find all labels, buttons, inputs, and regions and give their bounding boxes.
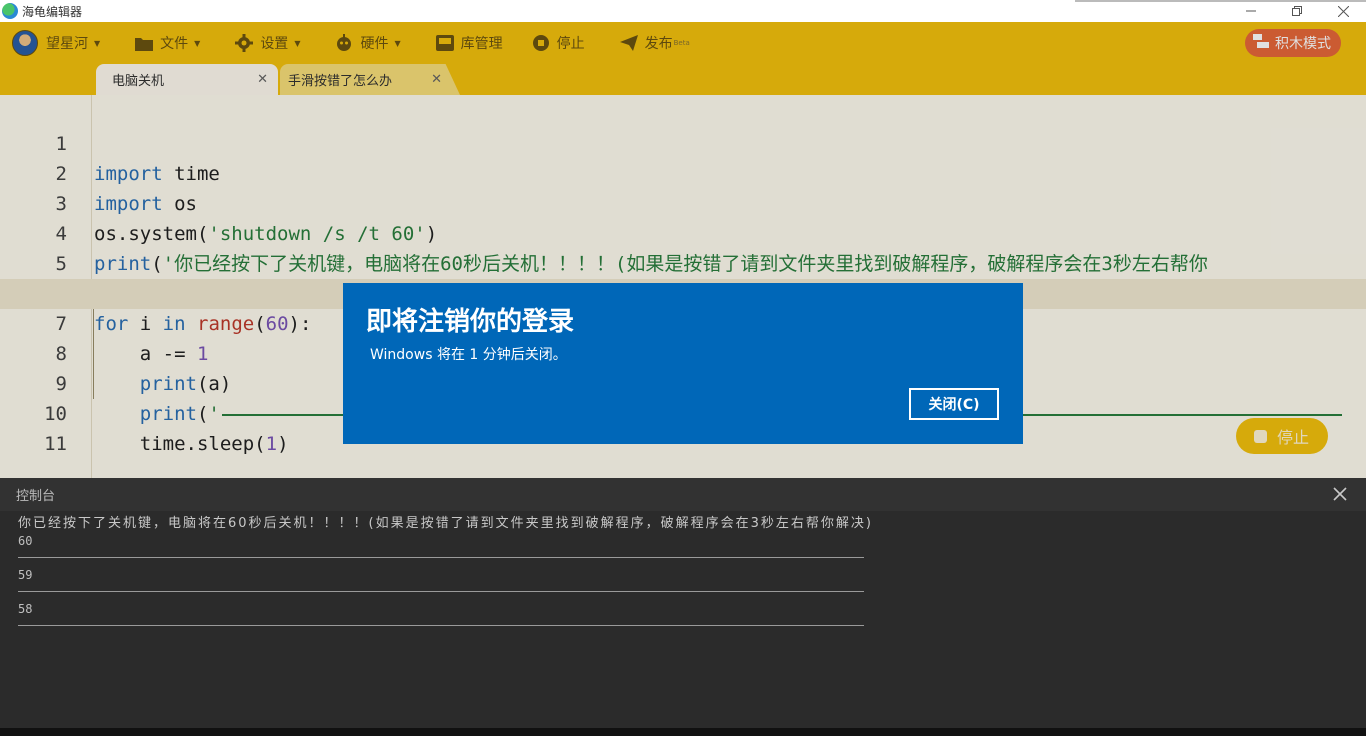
close-icon	[1337, 5, 1349, 17]
console-title: 控制台	[16, 489, 56, 504]
taskbar-strip	[0, 728, 1366, 736]
paper-plane-icon	[619, 33, 639, 53]
blocks-icon	[1253, 34, 1269, 52]
code-line: 6 for i in range(60):	[0, 249, 1366, 335]
close-icon[interactable]: ✕	[257, 72, 268, 87]
stop-icon	[1254, 429, 1267, 443]
publish-button[interactable]: 发布 Beta	[619, 22, 690, 64]
title-bar: 海龟编辑器	[0, 0, 1366, 22]
code-line: 3 os.system('shutdown /s /t 60')	[0, 159, 1366, 245]
library-button[interactable]: 库管理	[435, 22, 503, 64]
restore-icon	[1292, 6, 1302, 16]
code-line: 1 import time	[0, 99, 1366, 185]
main-toolbar: 望星河 ▼ 文件 ▼ 设置 ▼ 硬件 ▼ 库管理 停止 发布 Beta 积木模式	[0, 22, 1366, 64]
hardware-menu[interactable]: 硬件 ▼	[334, 22, 401, 64]
code-text: time.sleep(	[139, 433, 266, 455]
dialog-title: 即将注销你的登录	[366, 307, 575, 337]
stop-label: 停止	[556, 36, 585, 52]
restore-button[interactable]	[1274, 0, 1320, 22]
window-controls	[1228, 0, 1366, 22]
stop-button[interactable]: 停止	[531, 22, 585, 64]
tab-label: 手滑按错了怎么办	[288, 74, 393, 89]
gear-icon	[234, 33, 254, 53]
console-line: 59	[18, 568, 33, 582]
tab-mistake[interactable]: 手滑按错了怎么办 ✕	[280, 64, 460, 95]
dialog-close-button[interactable]: 关闭(C)	[909, 388, 999, 420]
divider	[18, 557, 864, 558]
console-line: 60	[18, 534, 33, 548]
floating-stop-button[interactable]: 停止	[1236, 418, 1328, 454]
close-icon[interactable]: ✕	[431, 72, 442, 87]
floating-stop-label: 停止	[1277, 428, 1310, 447]
tab-strip: 电脑关机 ✕ 手滑按错了怎么办 ✕	[0, 64, 1366, 95]
beta-badge: Beta	[673, 39, 690, 47]
close-window-button[interactable]	[1320, 0, 1366, 22]
shutdown-dialog: 即将注销你的登录 Windows 将在 1 分钟后关闭。 关闭(C)	[343, 283, 1023, 444]
console-header: 控制台	[0, 478, 1366, 511]
stop-icon	[531, 33, 551, 53]
folder-icon	[134, 33, 154, 53]
console-message: 你已经按下了关机键，电脑将在60秒后关机！！！！(如果是按错了请到文件夹里找到破…	[18, 516, 873, 531]
line-number: 11	[44, 433, 67, 455]
tab-shutdown[interactable]: 电脑关机 ✕	[96, 64, 278, 95]
user-name: 望星河	[46, 36, 88, 52]
minimize-button[interactable]	[1228, 0, 1274, 22]
console-output: 你已经按下了关机键，电脑将在60秒后关机！！！！(如果是按错了请到文件夹里找到破…	[18, 515, 1348, 635]
code-text: )	[277, 433, 289, 455]
divider	[18, 591, 864, 592]
block-mode-button[interactable]: 积木模式	[1245, 29, 1341, 57]
publish-label: 发布	[644, 36, 673, 52]
file-menu[interactable]: 文件 ▼	[134, 22, 200, 64]
dialog-message: Windows 将在 1 分钟后关闭。	[370, 347, 567, 363]
library-label: 库管理	[460, 36, 503, 52]
avatar-icon	[12, 30, 38, 56]
code-line: 4 print('你已经按下了关机键，电脑将在60秒后关机！！！！(如果是按错了…	[0, 189, 1366, 275]
tab-label: 电脑关机	[112, 74, 165, 89]
console-panel: 控制台 你已经按下了关机键，电脑将在60秒后关机！！！！(如果是按错了请到文件夹…	[0, 478, 1366, 728]
chevron-down-icon: ▼	[394, 38, 401, 48]
file-menu-label: 文件	[160, 36, 189, 52]
chevron-down-icon: ▼	[294, 38, 301, 48]
settings-menu[interactable]: 设置 ▼	[234, 22, 300, 64]
code-line: 5 a = 61	[0, 219, 1366, 305]
robot-icon	[334, 33, 354, 53]
app-logo-icon	[2, 3, 18, 19]
chevron-down-icon: ▼	[194, 38, 201, 48]
chevron-down-icon: ▼	[94, 38, 101, 48]
block-mode-label: 积木模式	[1275, 36, 1331, 52]
user-menu[interactable]: 望星河 ▼	[12, 22, 100, 64]
console-line: 58	[18, 602, 33, 616]
minimize-icon	[1246, 10, 1256, 12]
divider	[18, 625, 864, 626]
app-title: 海龟编辑器	[22, 4, 83, 19]
code-line: 2 import os	[0, 129, 1366, 215]
hardware-menu-label: 硬件	[360, 36, 389, 52]
close-icon[interactable]	[1332, 486, 1348, 502]
library-icon	[435, 33, 455, 53]
settings-menu-label: 设置	[260, 36, 289, 52]
number-literal: 1	[265, 433, 278, 455]
